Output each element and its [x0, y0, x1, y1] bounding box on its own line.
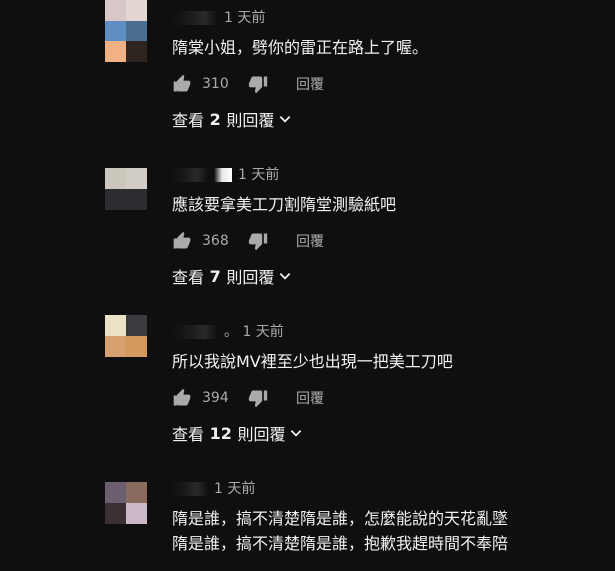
avatar-tile: [105, 41, 126, 62]
author-name-suffix: 。: [224, 324, 238, 340]
avatar-tile: [105, 315, 126, 336]
avatar-tile: [105, 336, 126, 357]
comment-time[interactable]: 1 天前: [224, 10, 265, 26]
like-count: 368: [202, 233, 229, 249]
thumb-up-icon[interactable]: [172, 388, 192, 408]
avatar-tile: [105, 0, 126, 21]
like-count: 310: [202, 76, 229, 92]
comment-time[interactable]: 1 天前: [242, 324, 283, 340]
view-replies-button[interactable]: 查看 12 則回覆: [172, 422, 303, 444]
comment-actions: 394 回覆: [172, 386, 324, 410]
avatar-tile: [105, 168, 126, 189]
chevron-down-icon: [289, 426, 303, 440]
comment-text-line: 隋是誰，搞不清楚隋是誰，怎麼能說的天花亂墜: [172, 509, 509, 528]
avatar-tile: [126, 336, 147, 357]
avatar-tile: [126, 482, 147, 503]
avatar-tile: [126, 168, 147, 189]
view-replies-prefix: 查看: [172, 111, 205, 130]
author-name[interactable]: [172, 482, 208, 496]
reply-button[interactable]: 回覆: [296, 74, 324, 94]
comment-header: 。 1 天前: [172, 322, 284, 342]
avatar-tile: [126, 20, 147, 42]
avatar-tile: [105, 503, 126, 524]
avatar-tile: [105, 20, 126, 42]
avatar[interactable]: [105, 168, 147, 210]
reply-button[interactable]: 回覆: [296, 388, 324, 408]
avatar-tile: [105, 482, 126, 503]
view-replies-suffix: 則回覆: [226, 111, 275, 130]
view-replies-button[interactable]: 查看 2 則回覆: [172, 108, 292, 130]
reply-button[interactable]: 回覆: [296, 231, 324, 251]
author-name[interactable]: [172, 11, 218, 25]
avatar-tile: [126, 315, 147, 336]
comment-time[interactable]: 1 天前: [214, 481, 255, 497]
view-replies-count: 2: [209, 109, 221, 129]
avatar-tile: [126, 189, 147, 210]
comment-actions: 368 回覆: [172, 229, 324, 253]
comment-header: 1 天前: [172, 8, 265, 28]
avatar[interactable]: [105, 0, 147, 62]
avatar-tile: [126, 0, 147, 21]
view-replies-prefix: 查看: [172, 268, 205, 287]
author-name[interactable]: [172, 168, 208, 182]
comment-header: 1 天前: [172, 479, 255, 499]
avatar-tile: [126, 41, 147, 62]
view-replies-suffix: 則回覆: [237, 425, 286, 444]
view-replies-button[interactable]: 查看 7 則回覆: [172, 265, 292, 287]
thumb-up-icon[interactable]: [172, 74, 192, 94]
chevron-down-icon: [278, 269, 292, 283]
thumb-down-icon[interactable]: [248, 388, 268, 408]
comment-time[interactable]: 1 天前: [238, 167, 279, 183]
avatar[interactable]: [105, 482, 147, 524]
like-count: 394: [202, 390, 229, 406]
thumb-down-icon[interactable]: [248, 231, 268, 251]
thumb-up-icon[interactable]: [172, 231, 192, 251]
comment-text: 所以我說MV裡至少也出現一把美工刀吧: [172, 352, 453, 371]
comment-actions: 310 回覆: [172, 72, 324, 96]
avatar[interactable]: [105, 315, 147, 357]
comment-header: 1 天前: [172, 165, 279, 185]
author-name-mark: [214, 168, 232, 182]
author-name[interactable]: [172, 325, 218, 339]
view-replies-suffix: 則回覆: [226, 268, 275, 287]
avatar-tile: [126, 503, 147, 524]
comment-text: 隋棠小姐，劈你的雷正在路上了喔。: [172, 38, 429, 57]
chevron-down-icon: [278, 112, 292, 126]
thumb-down-icon[interactable]: [248, 74, 268, 94]
comment-text-line: 隋是誰，搞不清楚隋是誰，抱歉我趕時間不奉陪: [172, 534, 509, 553]
avatar-tile: [105, 189, 126, 210]
view-replies-count: 12: [209, 423, 232, 443]
view-replies-count: 7: [209, 266, 221, 286]
view-replies-prefix: 查看: [172, 425, 205, 444]
comment-text: 應該要拿美工刀割隋堂測驗紙吧: [172, 195, 397, 214]
